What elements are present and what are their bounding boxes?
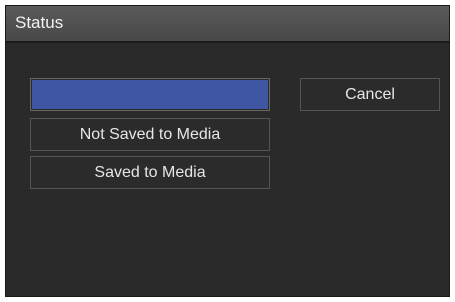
dialog-title: Status bbox=[15, 13, 64, 32]
saved-to-media-button[interactable]: Saved to Media bbox=[30, 156, 270, 189]
dialog-titlebar: Status bbox=[6, 6, 449, 43]
cancel-button[interactable]: Cancel bbox=[300, 78, 440, 111]
selection-highlight bbox=[32, 80, 268, 109]
selected-option-button[interactable] bbox=[30, 78, 270, 111]
status-dialog: Status Not Saved to Media Saved to Media… bbox=[5, 5, 450, 297]
not-saved-to-media-button[interactable]: Not Saved to Media bbox=[30, 118, 270, 151]
